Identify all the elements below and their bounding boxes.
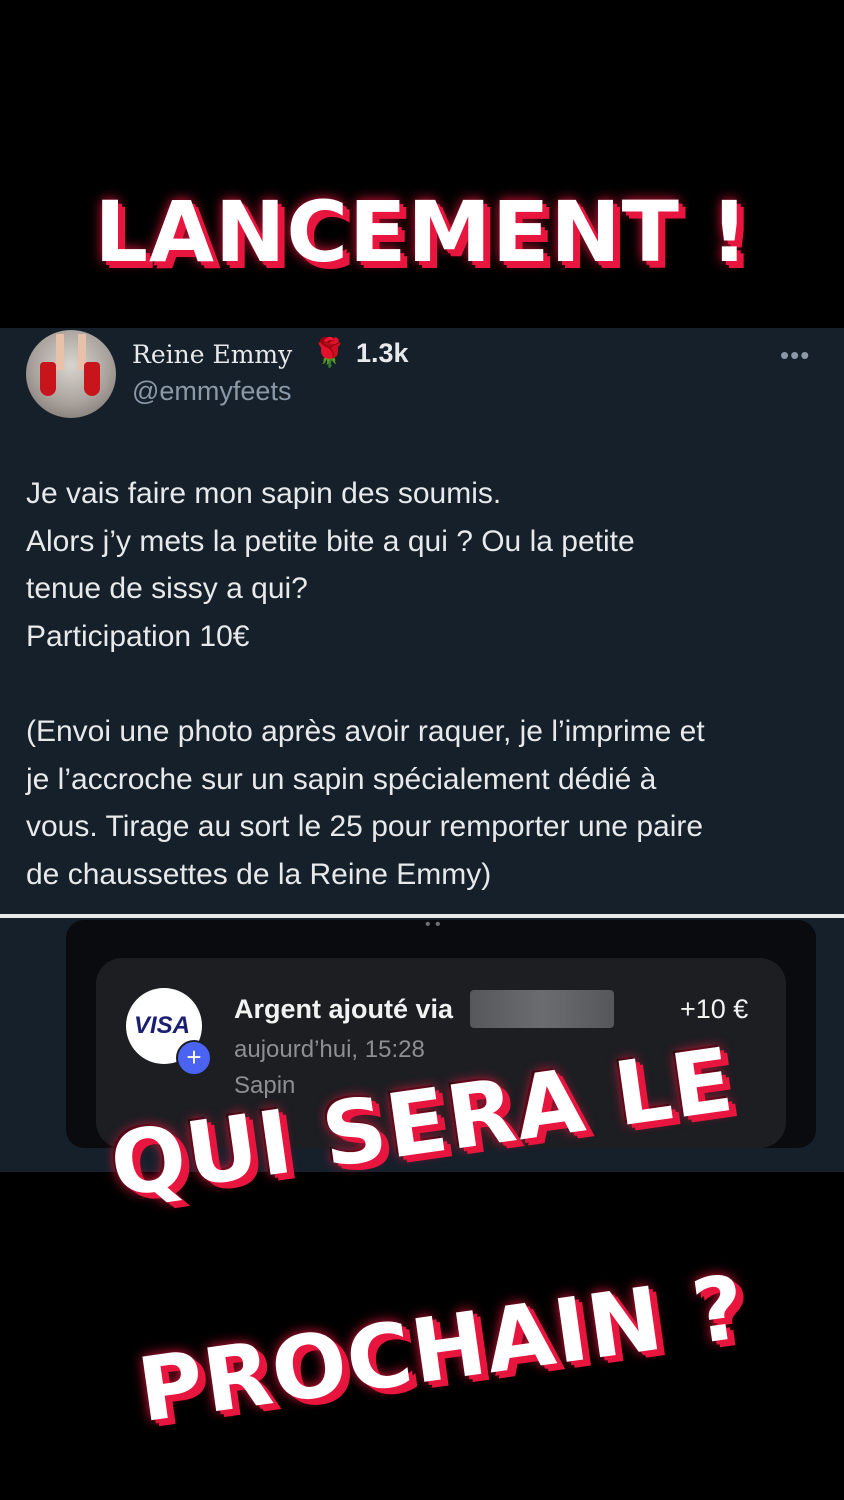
tweet-line: vous. Tirage au sort le 25 pour remporte… — [26, 810, 704, 844]
tweet-line: Alors j’y mets la petite bite a qui ? Ou… — [26, 524, 635, 558]
page-dots-icon: • • — [425, 916, 441, 933]
tweet-line: Participation 10€ — [26, 619, 250, 653]
tweet-line: de chaussettes de la Reine Emmy) — [26, 857, 492, 891]
tweet-line: (Envoi une photo après avoir raquer, je … — [26, 714, 705, 748]
transaction-amount: +10 € — [680, 994, 749, 1024]
plus-icon: + — [176, 1040, 212, 1076]
tweet-body: Je vais faire mon sapin des soumis. Alor… — [26, 470, 826, 898]
follower-count: 1.3k — [356, 338, 409, 368]
headline-prochain: PROCHAIN ? — [131, 1254, 752, 1443]
transaction-date: aujourd’hui, 15:28 — [234, 1036, 425, 1063]
rose-icon: 🌹 — [312, 337, 347, 368]
tweet-line: Je vais faire mon sapin des soumis. — [26, 477, 502, 510]
tweet-line: tenue de sissy a qui? — [26, 572, 308, 606]
headline-lancement: LANCEMENT ! — [94, 183, 750, 281]
transaction-title: Argent ajouté via — [234, 994, 454, 1024]
tweet-line: je l’accroche sur un sapin spécialement … — [26, 762, 657, 796]
author-handle[interactable]: @emmyfeets — [132, 376, 291, 407]
redacted-source — [470, 990, 614, 1028]
author-name[interactable]: Reine Emmy — [132, 340, 292, 369]
avatar[interactable] — [26, 330, 116, 418]
card-brand: VISA — [134, 1012, 191, 1039]
more-horizontal-icon[interactable]: ••• — [780, 340, 810, 371]
